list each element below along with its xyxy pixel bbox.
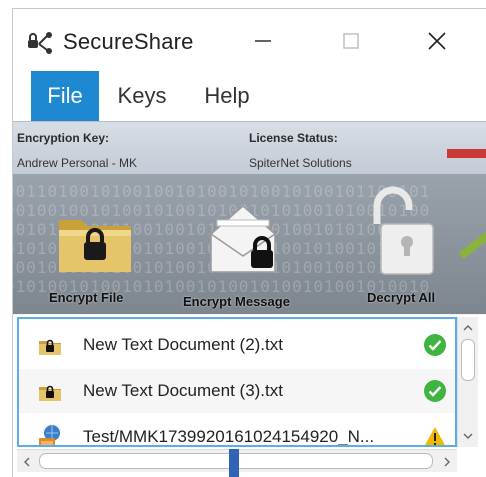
- red-marker: [447, 149, 486, 158]
- locked-file-icon: [37, 378, 63, 404]
- file-list-area: New Text Document (2).txt New Text Docum…: [13, 315, 486, 477]
- scroll-down-icon[interactable]: [462, 429, 474, 441]
- license-status-value: SpiterNet Solutions: [249, 156, 352, 170]
- encryption-key-label: Encryption Key:: [17, 131, 110, 145]
- locked-file-icon: [37, 332, 63, 358]
- vertical-scrollbar[interactable]: [457, 317, 478, 447]
- encrypt-file-label: Encrypt File: [49, 290, 124, 305]
- info-bar: Encryption Key: Andrew Personal - MK Lic…: [13, 121, 486, 175]
- blue-marker: [229, 449, 239, 477]
- list-item[interactable]: New Text Document (3).txt: [19, 369, 455, 413]
- scroll-left-icon[interactable]: [21, 455, 33, 467]
- check-circle-icon: [423, 333, 447, 357]
- file-name: Test/MMK1739920161024154920_N...: [83, 427, 375, 446]
- menu-file[interactable]: File: [31, 71, 99, 121]
- encrypt-message-label: Encrypt Message: [183, 294, 290, 309]
- share-icon: [27, 31, 55, 55]
- check-circle-icon: [423, 379, 447, 403]
- file-name: New Text Document (2).txt: [83, 335, 283, 354]
- minimize-icon: [253, 31, 273, 56]
- license-status-label: License Status:: [249, 131, 338, 145]
- menu-keys[interactable]: Keys: [111, 71, 173, 121]
- close-icon: [426, 30, 448, 57]
- vertical-scroll-thumb[interactable]: [461, 339, 475, 381]
- minimize-button[interactable]: [241, 23, 285, 63]
- encrypt-file-button[interactable]: Encrypt File: [35, 174, 155, 314]
- toolbar: 0011010010100100101001010010100101100101…: [13, 174, 486, 314]
- decrypt-all-button[interactable]: Decrypt All: [353, 174, 486, 314]
- encryption-key-value: Andrew Personal - MK: [17, 156, 138, 170]
- menu-help[interactable]: Help: [193, 71, 261, 121]
- app-title: SecureShare: [63, 29, 194, 54]
- ftp-file-icon: [37, 424, 63, 445]
- decrypt-all-label: Decrypt All: [367, 290, 436, 305]
- app-window: SecureShare File Keys Help Encryption Ke…: [12, 8, 486, 477]
- title-bar: SecureShare: [13, 9, 486, 71]
- scroll-up-icon[interactable]: [462, 321, 474, 333]
- warning-icon: [423, 425, 447, 445]
- list-item[interactable]: Test/MMK1739920161024154920_N...: [19, 415, 455, 446]
- file-name: New Text Document (3).txt: [83, 381, 283, 400]
- encrypt-message-button[interactable]: Encrypt Message: [183, 174, 323, 314]
- menu-bar: File Keys Help: [13, 71, 486, 121]
- maximize-button[interactable]: [329, 23, 373, 63]
- close-button[interactable]: [415, 23, 459, 63]
- scroll-right-icon[interactable]: [441, 455, 453, 467]
- maximize-icon: [341, 31, 361, 56]
- file-list[interactable]: New Text Document (2).txt New Text Docum…: [17, 317, 457, 447]
- list-item[interactable]: New Text Document (2).txt: [19, 323, 455, 367]
